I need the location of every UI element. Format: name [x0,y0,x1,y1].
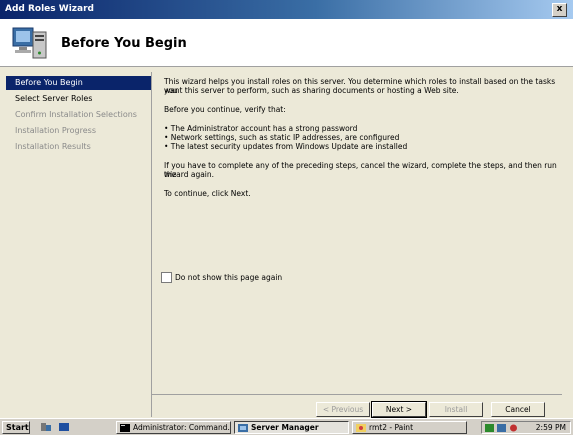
server-computer-icon [12,27,47,59]
nav-item-installation-progress: Installation Progress [15,126,96,135]
server-manager-quicklaunch-icon[interactable] [40,422,52,432]
start-button[interactable]: Start [2,421,30,434]
bullet-item: • Network settings, such as static IP ad… [164,133,400,142]
cancel-instructions-line-2: wizard again. [164,170,215,179]
wizard-steps-nav: Before You Begin Select Server Roles Con… [6,72,152,417]
do-not-show-checkbox[interactable] [161,272,172,283]
taskbar-item-label: rmt2 - Paint [369,423,414,432]
powershell-quicklaunch-icon[interactable] [58,422,70,432]
paint-icon [356,424,366,432]
do-not-show-checkbox-label[interactable]: Do not show this page again [175,273,282,282]
taskbar-item-command-prompt[interactable]: Administrator: Command... [116,421,231,434]
server-manager-icon [238,424,248,432]
cancel-button[interactable]: Cancel [491,402,545,417]
page-title: Before You Begin [61,36,187,51]
verify-heading: Before you continue, verify that: [164,105,286,114]
nav-item-confirm-installation-selections: Confirm Installation Selections [15,110,137,119]
wizard-content: This wizard helps you install roles on t… [152,67,562,394]
bullet-item: • The Administrator account has a strong… [164,124,358,133]
monitor-tray-icon[interactable] [497,424,506,432]
taskbar-item-paint[interactable]: rmt2 - Paint [352,421,467,434]
close-button[interactable]: x [552,3,567,17]
install-button[interactable]: Install [429,402,483,417]
system-tray: 2:59 PM [481,421,571,434]
clock: 2:59 PM [535,423,566,432]
security-tray-icon[interactable] [509,424,518,432]
nav-item-installation-results: Installation Results [15,142,91,151]
intro-text-line-2: want this server to perform, such as sha… [164,86,459,95]
next-button[interactable]: Next > [371,401,427,418]
taskbar: Start Administrator: Command... Server M… [0,418,573,435]
taskbar-item-server-manager[interactable]: Server Manager [234,421,349,434]
taskbar-item-label: Administrator: Command... [133,423,231,432]
bullet-item: • The latest security updates from Windo… [164,142,408,151]
wizard-button-bar: < Previous Next > Install Cancel [152,394,562,419]
network-tray-icon[interactable] [485,424,494,432]
wizard-header: Before You Begin [0,19,573,67]
title-bar: Add Roles Wizard x [0,0,573,19]
cancel-instructions-line-1: If you have to complete any of the prece… [164,161,557,179]
window-title: Add Roles Wizard [5,4,94,14]
taskbar-item-label: Server Manager [251,423,319,432]
previous-button[interactable]: < Previous [316,402,370,417]
continue-instruction: To continue, click Next. [164,189,251,198]
command-prompt-icon [120,424,130,432]
nav-item-select-server-roles[interactable]: Select Server Roles [6,92,151,106]
nav-item-before-you-begin[interactable]: Before You Begin [6,76,151,90]
